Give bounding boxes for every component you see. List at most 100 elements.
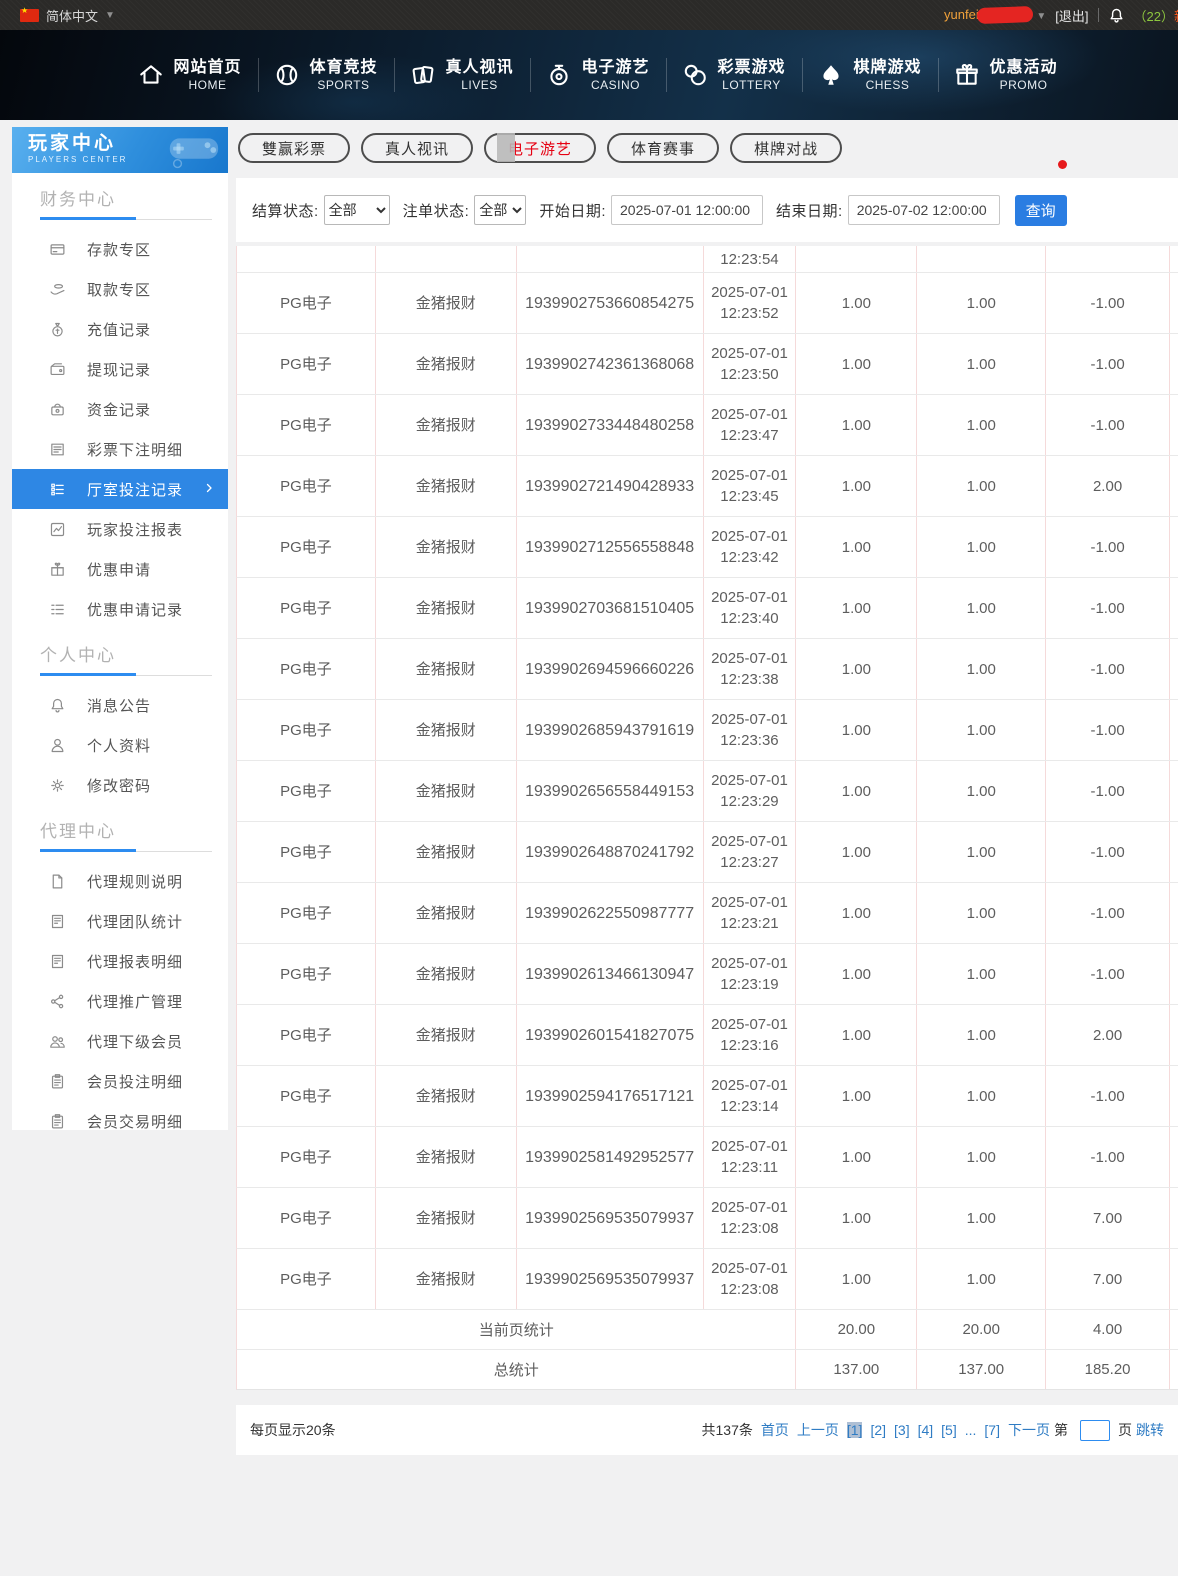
tab-雙赢彩票[interactable]: 雙赢彩票 [238,133,351,163]
sidebar-item-玩家投注报表[interactable]: 玩家投注报表 [12,509,228,549]
sidebar-item-优惠申请[interactable]: 优惠申请 [12,549,228,589]
page-link-1[interactable]: [1] [846,1422,863,1438]
page-link-3[interactable]: [3] [894,1422,910,1438]
jump-button[interactable]: 跳转 [1136,1420,1164,1440]
win-loss-cell: 7.00 [1046,1188,1171,1248]
valid-amount-cell: 1.00 [917,700,1047,760]
bet-no-cell: 1939902656558449153 [517,761,704,821]
page-link-5[interactable]: [5] [941,1422,957,1438]
sidebar-item-优惠申请记录[interactable]: 优惠申请记录 [12,589,228,629]
wallet-icon [48,361,66,378]
nav-label-zh: 网站首页 [173,58,242,76]
tab-体育赛事[interactable]: 体育赛事 [607,133,720,163]
order-status-select[interactable]: 全部 [474,195,527,225]
sidebar-item-会员投注明细[interactable]: 会员投注明细 [12,1061,228,1101]
query-button[interactable]: 查询 [1014,194,1067,226]
sidebar-item-取款专区[interactable]: 取款专区 [12,269,228,309]
nav-item-chess[interactable]: 棋牌游戏 CHESS [802,47,938,103]
platform-cell: PG电子 [237,578,376,638]
sidebar-item-代理推广管理[interactable]: 代理推广管理 [12,981,228,1021]
tab-真人视讯[interactable]: 真人视讯 [361,133,474,163]
prev-page-link[interactable]: 上一页 [797,1420,839,1440]
username-menu[interactable]: yunfei ▼ [944,6,1047,25]
nav-item-lottery[interactable]: 彩票游戏 LOTTERY [666,47,802,103]
sidebar-item-代理下级会员[interactable]: 代理下级会员 [12,1021,228,1061]
total-summary-label: 总统计 [237,1350,797,1389]
nav-item-promo[interactable]: 优惠活动 PROMO [938,47,1074,103]
win-loss-cell: -1.00 [1046,639,1171,699]
win-loss-cell: -1.00 [1046,273,1171,333]
ball-icon [274,62,300,88]
win-loss-cell: -1.00 [1046,883,1171,943]
nav-item-casino[interactable]: 电子游艺 CASINO [530,47,666,103]
bet-time-cell: 12:23:54 [704,246,797,272]
gamepad-icon [164,132,222,173]
bet-time-cell: 2025-07-01 12:23:38 [704,639,797,699]
sidebar-item-代理报表明细[interactable]: 代理报表明细 [12,941,228,981]
page-summary-row: 当前页统计 20.00 20.00 4.00 [236,1310,1178,1350]
settle-status-select[interactable]: 全部 [323,195,390,225]
end-date-input[interactable] [847,195,1000,225]
tab-棋牌对战[interactable]: 棋牌对战 [730,133,843,163]
page-link-7[interactable]: [7] [984,1422,1000,1438]
bet-time-cell: 2025-07-01 12:23:40 [704,578,797,638]
sidebar-item-label: 存款专区 [87,241,152,259]
sidebar-item-修改密码[interactable]: 修改密码 [12,765,228,805]
pagination-bar: 每页显示20条 共137条 首页 上一页 [1] [2] [3] [4] [5]...[… [236,1405,1178,1455]
valid-amount-cell: 1.00 [917,822,1047,882]
sidebar-item-存款专区[interactable]: 存款专区 [12,229,228,269]
nav-item-lives[interactable]: 真人视讯 LIVES [394,47,530,103]
notice-new-label: 新 [1174,9,1178,24]
table-row: PG电子 金猪报财 1939902648870241792 2025-07-01 12:… [236,822,1178,883]
game-category-tabs: 雙赢彩票 真人视讯 电子游艺 体育赛事 棋牌对战 [238,133,843,163]
bet-no-cell: 1939902694596660226 [517,639,704,699]
nav-item-sports[interactable]: 体育竞技 SPORTS [258,47,394,103]
sidebar-item-代理团队统计[interactable]: 代理团队统计 [12,901,228,941]
sidebar-item-消息公告[interactable]: 消息公告 [12,685,228,725]
sidebar-item-个人资料[interactable]: 个人资料 [12,725,228,765]
page-link-4[interactable]: [4] [918,1422,934,1438]
sidebar-section-title: 财务中心 [40,190,116,209]
sidebar-item-代理规则说明[interactable]: 代理规则说明 [12,861,228,901]
valid-amount-cell: 1.00 [917,334,1047,394]
chevron-right-icon [203,482,215,494]
redaction-overlay [976,6,1034,25]
filter-bar: 结算状态: 全部 注单状态: 全部 开始日期: 结束日期: 查询 [236,178,1178,242]
sidebar-item-label: 代理团队统计 [87,913,184,931]
start-date-input[interactable] [611,195,764,225]
bet-amount-cell: 1.00 [796,639,918,699]
bet-no-cell: 1939902613466130947 [517,944,704,1004]
sidebar-item-充值记录[interactable]: 充值记录 [12,309,228,349]
end-date-label: 结束日期: [776,202,843,220]
sidebar-item-彩票下注明细[interactable]: 彩票下注明细 [12,429,228,469]
logout-button[interactable]: [退出] [1055,6,1088,25]
page-link-2[interactable]: [2] [870,1422,886,1438]
game-cell: 金猪报财 [376,1066,517,1126]
sidebar-item-厅室投注记录[interactable]: 厅室投注记录 [12,469,228,509]
report-icon [48,953,66,970]
page-jump-input[interactable] [1080,1419,1110,1441]
page-link-...[interactable]: ... [965,1422,977,1438]
next-page-link[interactable]: 下一页 [1008,1420,1050,1440]
notice-link[interactable]: （22）新 [1134,6,1178,25]
nav-item-home[interactable]: 网站首页 HOME [122,47,258,103]
gift-box-icon [48,561,66,578]
sidebar-header: 玩家中心 PLAYERS CENTER [12,127,228,173]
bet-no-cell: 1939902601541827075 [517,1005,704,1065]
total-summary-bet: 137.00 [796,1350,918,1389]
bell-icon[interactable] [1108,7,1125,24]
total-summary-valid: 137.00 [917,1350,1047,1389]
platform-cell: PG电子 [237,883,376,943]
table-row: PG电子 金猪报财 1939902721490428933 2025-07-01 12:… [236,456,1178,517]
sidebar-item-会员交易明细[interactable]: 会员交易明细 [12,1101,228,1141]
bet-time-cell: 2025-07-01 12:23:16 [704,1005,797,1065]
first-page-link[interactable]: 首页 [761,1420,789,1440]
sidebar-item-label: 厅室投注记录 [87,481,184,499]
language-selector[interactable]: 简体中文 ▼ [20,0,115,30]
bet-time-cell: 2025-07-01 12:23:08 [704,1188,797,1248]
chevron-down-icon: ▼ [1036,10,1047,22]
sidebar-item-资金记录[interactable]: 资金记录 [12,389,228,429]
bet-time-cell: 2025-07-01 12:23:50 [704,334,797,394]
sidebar-item-提现记录[interactable]: 提现记录 [12,349,228,389]
bet-amount-cell: 1.00 [796,1188,918,1248]
